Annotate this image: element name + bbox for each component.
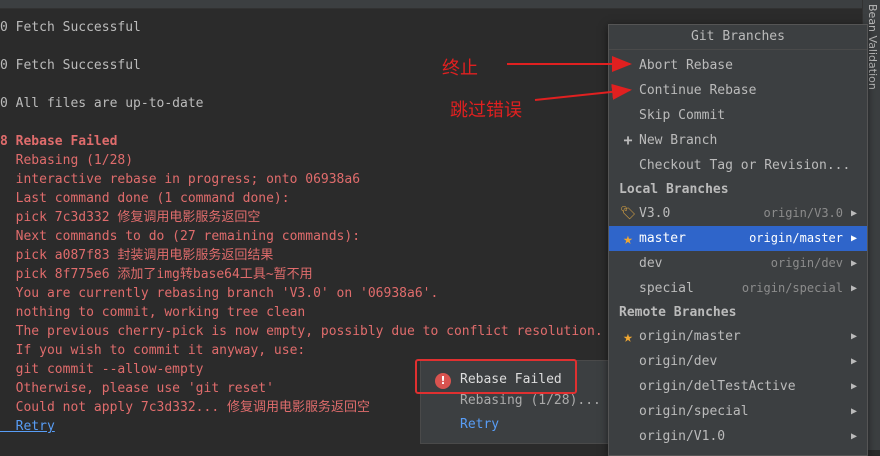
log-line: Could not apply 7c3d332... 修复调用电影服务返回空	[0, 400, 370, 415]
local-branch-special[interactable]: special origin/special ▶	[609, 276, 867, 301]
tracking-branch: origin/special	[741, 281, 843, 295]
log-line: git commit --allow-empty	[0, 362, 204, 377]
notification-subtitle: Rebasing (1/28)...	[460, 393, 601, 408]
chevron-right-icon: ▶	[850, 381, 857, 392]
log-line: If you wish to commit it anyway, use:	[0, 343, 306, 358]
menu-item-label: Skip Commit	[639, 108, 726, 123]
branch-name: origin/special	[639, 404, 749, 419]
local-branch-master[interactable]: ★ master origin/master ▶	[609, 226, 867, 251]
tracking-branch: origin/master	[749, 231, 843, 245]
log-line: You are currently rebasing branch 'V3.0'…	[0, 286, 439, 301]
chevron-right-icon: ▶	[850, 406, 857, 417]
retry-link[interactable]: Retry	[0, 417, 55, 436]
abort-rebase-item[interactable]: Abort Rebase	[609, 53, 867, 78]
chevron-right-icon: ▶	[850, 283, 857, 294]
remote-branches-header: Remote Branches	[619, 305, 737, 320]
log-line: Last command done (1 command done):	[0, 191, 290, 206]
chevron-right-icon: ▶	[850, 233, 857, 244]
log-line: pick 8f775e6 添加了img转base64工具~暂不用	[0, 267, 313, 282]
remote-branch-origin-special[interactable]: origin/special ▶	[609, 399, 867, 424]
checkout-tag-item[interactable]: Checkout Tag or Revision...	[609, 153, 867, 178]
branch-name: special	[639, 281, 694, 296]
remote-branch-origin-dev[interactable]: origin/dev ▶	[609, 349, 867, 374]
branch-name: master	[639, 231, 686, 246]
log-line: interactive rebase in progress; onto 069…	[0, 172, 361, 187]
log-line: 0 All files are up-to-date	[0, 96, 204, 111]
menu-item-label: Continue Rebase	[639, 83, 757, 98]
branch-name: origin/master	[639, 329, 741, 344]
chevron-right-icon: ▶	[850, 431, 857, 442]
more-icon[interactable]: · · ·	[807, 0, 842, 5]
skip-commit-item[interactable]: Skip Commit	[609, 103, 867, 128]
log-line: The previous cherry-pick is now empty, p…	[0, 324, 603, 339]
star-icon: ★	[623, 327, 633, 346]
git-branches-popup: Git Branches Abort Rebase Continue Rebas…	[608, 24, 868, 456]
highlight-box	[415, 359, 577, 394]
log-line: pick a087f83 封装调用电影服务返回结果	[0, 248, 274, 263]
chevron-right-icon: ▶	[850, 331, 857, 342]
log-line: Rebasing (1/28)	[0, 153, 134, 168]
log-line: Next commands to do (27 remaining comman…	[0, 229, 361, 244]
notification-retry-link[interactable]: Retry	[460, 417, 499, 432]
tracking-branch: origin/dev	[770, 256, 843, 270]
remote-branch-origin-master[interactable]: ★ origin/master ▶	[609, 324, 867, 349]
plus-icon: +	[623, 131, 633, 149]
new-branch-item[interactable]: + New Branch	[609, 128, 867, 153]
log-line: 8 Rebase Failed	[0, 134, 118, 149]
log-line: 0 Fetch Successful	[0, 20, 141, 35]
menu-item-label: Abort Rebase	[639, 58, 733, 73]
branch-name: origin/dev	[639, 354, 718, 369]
remote-branch-origin-v1[interactable]: origin/V1.0 ▶	[609, 424, 867, 449]
remote-branch-origin-deltestactive[interactable]: origin/delTestActive ▶	[609, 374, 867, 399]
local-branch-v3[interactable]: 🏷︎ V3.0 origin/V3.0 ▶	[609, 201, 867, 226]
local-branch-dev[interactable]: dev origin/dev ▶	[609, 251, 867, 276]
branch-name: dev	[639, 256, 663, 271]
menu-item-label: Checkout Tag or Revision...	[639, 158, 851, 173]
tracking-branch: origin/V3.0	[763, 206, 843, 220]
star-icon: ★	[623, 229, 633, 248]
abort-annotation: 终止	[442, 58, 478, 79]
log-line: nothing to commit, working tree clean	[0, 305, 306, 320]
local-branches-header: Local Branches	[619, 182, 729, 197]
tag-icon: 🏷︎	[619, 206, 637, 221]
branch-name: origin/V1.0	[639, 429, 726, 444]
chevron-right-icon: ▶	[850, 258, 857, 269]
continue-rebase-item[interactable]: Continue Rebase	[609, 78, 867, 103]
chevron-right-icon: ▶	[850, 356, 857, 367]
popup-title: Git Branches	[609, 25, 867, 50]
skip-annotation: 跳过错误	[450, 100, 522, 121]
branch-name: origin/delTestActive	[639, 379, 796, 394]
menu-item-label: New Branch	[639, 133, 718, 148]
branch-name: V3.0	[639, 206, 671, 221]
log-line: pick 7c3d332 修复调用电影服务返回空	[0, 210, 261, 225]
log-line: 0 Fetch Successful	[0, 58, 141, 73]
chevron-right-icon: ▶	[850, 208, 857, 219]
log-line: Otherwise, please use 'git reset'	[0, 381, 274, 396]
